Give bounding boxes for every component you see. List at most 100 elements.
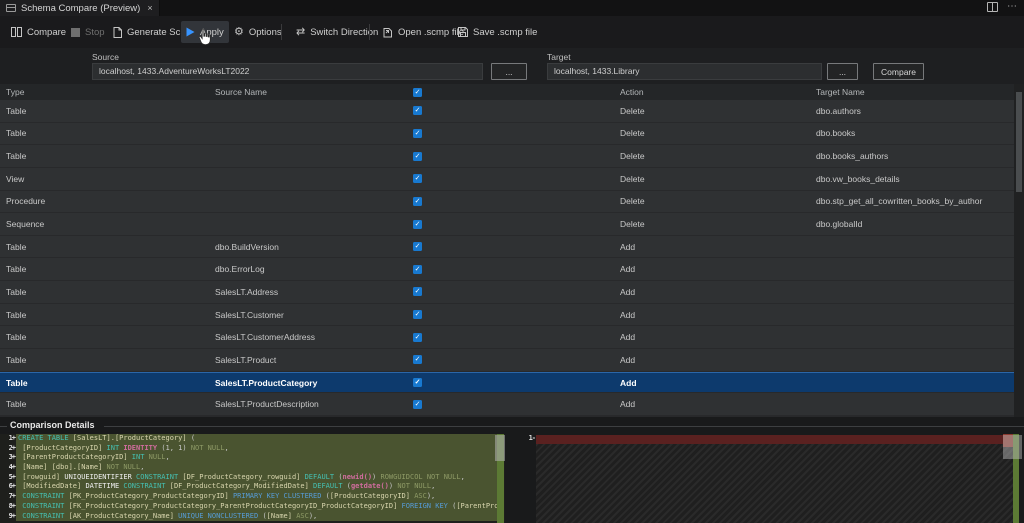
table-row[interactable]: Table ✓ Delete dbo.books [0,122,1014,145]
table-row[interactable]: Sequence ✓ Delete dbo.globalId [0,213,1014,235]
diff-source-pane[interactable]: 1+ CREATE TABLE [SalesLT].[ProductCategor… [0,434,505,523]
row-type-cell: Table [6,105,27,116]
options-button[interactable]: ⚙ Options [229,21,287,43]
row-action-cell: Delete [620,196,645,207]
line-number: 2+ [8,443,16,452]
grid-header: Type Source Name ✓ Action Target Name [0,84,1014,100]
target-browse-button[interactable]: ... [827,63,858,80]
row-include-checkbox[interactable]: ✓ [413,287,422,297]
line-number: 7+ [8,492,16,501]
save-scmp-button[interactable]: Save .scmp file [453,21,542,43]
row-action-cell: Add [620,264,636,275]
row-include-checkbox[interactable]: ✓ [413,378,422,387]
table-row[interactable]: Table SalesLT.ProductCategory ✓ Add [0,371,1014,393]
column-header-action[interactable]: Action [620,84,644,100]
close-tab-icon[interactable]: × [147,3,152,13]
row-action-cell: Add [620,309,636,320]
connection-section: Source localhost, 1433.AdventureWorksLT2… [0,48,1024,84]
source-input[interactable]: localhost, 1433.AdventureWorksLT2022 [92,63,483,80]
gear-icon: ⚙ [234,25,244,38]
split-editor-icon[interactable] [987,2,998,12]
row-include-checkbox[interactable]: ✓ [413,399,422,409]
row-action-cell: Delete [620,173,645,184]
row-include-checkbox[interactable]: ✓ [413,196,422,206]
row-include-checkbox[interactable]: ✓ [413,106,422,116]
comparison-grid: Table ✓ Delete dbo.authors Table ✓ Delete dbo.b… [0,100,1014,417]
table-row[interactable]: Table SalesLT.ProductDescription ✓ Add [0,393,1014,415]
diff-target-line-number: 1- [528,434,536,442]
row-action-cell: Delete [620,105,645,116]
code-line: 1+ CREATE TABLE [SalesLT].[ProductCategor… [0,434,505,444]
row-include-checkbox[interactable]: ✓ [413,174,422,184]
tab-bar: Schema Compare (Preview) × ⋯ [0,0,1024,16]
row-include-checkbox[interactable]: ✓ [413,128,422,138]
row-type-cell: Table [6,241,27,252]
row-action-cell: Add [620,377,637,388]
column-header-type[interactable]: Type [6,84,24,100]
column-header-source[interactable]: Source Name [215,84,267,100]
diff-target-scrollbar-thumb[interactable] [1003,435,1022,459]
row-source-name-cell: SalesLT.Customer [215,309,284,320]
row-include-checkbox[interactable]: ✓ [413,310,422,320]
table-row[interactable]: Procedure ✓ Delete dbo.stp_get_all_cowritte… [0,190,1014,213]
compare-button[interactable]: Compare [6,21,71,43]
compare-action-button[interactable]: Compare [873,63,924,80]
row-target-name-cell: dbo.authors [816,105,861,116]
code-line: 5+ [rowguid] UNIQUEIDENTIFIER CONSTRAINT… [0,472,505,483]
header-checkbox[interactable]: ✓ [413,87,422,97]
target-input[interactable]: localhost, 1433.Library [547,63,822,80]
mouse-cursor [197,28,213,52]
more-actions-icon[interactable]: ⋯ [1007,2,1018,12]
line-number: 4+ [8,463,16,472]
row-target-name-cell: dbo.books_authors [816,151,889,162]
table-row[interactable]: Table SalesLT.Address ✓ Add [0,281,1014,303]
editor-actions: ⋯ [987,2,1018,12]
table-row[interactable]: Table SalesLT.CustomerAddress ✓ Add [0,326,1014,349]
row-source-name-cell: dbo.BuildVersion [215,241,279,252]
row-action-cell: Delete [620,128,645,139]
row-source-name-cell: dbo.ErrorLog [215,264,265,275]
grid-scrollbar[interactable] [1014,84,1024,417]
table-row[interactable]: Table SalesLT.Customer ✓ Add [0,303,1014,326]
source-label: Source [92,52,119,62]
line-number: 1+ [8,434,16,442]
code-line: 2+ [ProductCategoryID] INT IDENTITY (1, … [0,443,505,454]
row-source-name-cell: SalesLT.ProductDescription [215,399,319,410]
code-line: 4+ [Name] [dbo].[Name] NOT NULL, [0,463,505,473]
script-icon [113,26,122,38]
save-scmp-button-label: Save .scmp file [473,26,538,38]
table-row[interactable]: Table SalesLT.Product ✓ Add [0,349,1014,371]
row-include-checkbox[interactable]: ✓ [413,151,422,161]
row-target-name-cell: dbo.globalId [816,219,863,230]
schema-compare-tab-icon [6,4,16,12]
row-include-checkbox[interactable]: ✓ [413,264,422,274]
code-line: 8+ CONSTRAINT [FK_ProductCategory_Produc… [0,501,505,512]
diff-source-scrollbar-thumb[interactable] [495,435,505,461]
stop-button[interactable]: Stop [66,21,110,43]
compare-button-label: Compare [27,26,67,38]
table-row[interactable]: Table ✓ Delete dbo.books_authors [0,145,1014,167]
tab-schema-compare[interactable]: Schema Compare (Preview) × [0,0,160,16]
table-row[interactable]: View ✓ Delete dbo.vw_books_details [0,167,1014,190]
line-number: 3+ [8,453,16,462]
row-target-name-cell: dbo.stp_get_all_cowritten_books_by_autho… [816,196,983,207]
table-row[interactable]: Table ✓ Delete dbo.authors [0,100,1014,122]
source-browse-button[interactable]: ... [491,63,527,80]
line-number: 8+ [8,501,16,510]
row-include-checkbox[interactable]: ✓ [413,242,422,252]
column-header-target[interactable]: Target Name [816,84,865,100]
table-row[interactable]: Table dbo.ErrorLog ✓ Add [0,258,1014,281]
row-include-checkbox[interactable]: ✓ [413,355,422,365]
schema-compare-window: Schema Compare (Preview) × ⋯ Compare Sto… [0,0,1024,523]
diff-target-pane[interactable]: 1- [514,434,1024,523]
row-include-checkbox[interactable]: ✓ [413,219,422,229]
row-type-cell: Table [6,399,27,410]
code-line: 3+ [ParentProductCategoryID] INT NULL, [0,453,505,464]
table-row[interactable]: Table dbo.BuildVersion ✓ Add [0,235,1014,258]
row-action-cell: Add [620,399,636,410]
row-target-name-cell: dbo.books [816,128,856,139]
row-include-checkbox[interactable]: ✓ [413,332,422,342]
row-target-name-cell: dbo.vw_books_details [816,173,900,184]
grid-scrollbar-thumb[interactable] [1016,92,1022,192]
toolbar-separator [369,24,370,40]
